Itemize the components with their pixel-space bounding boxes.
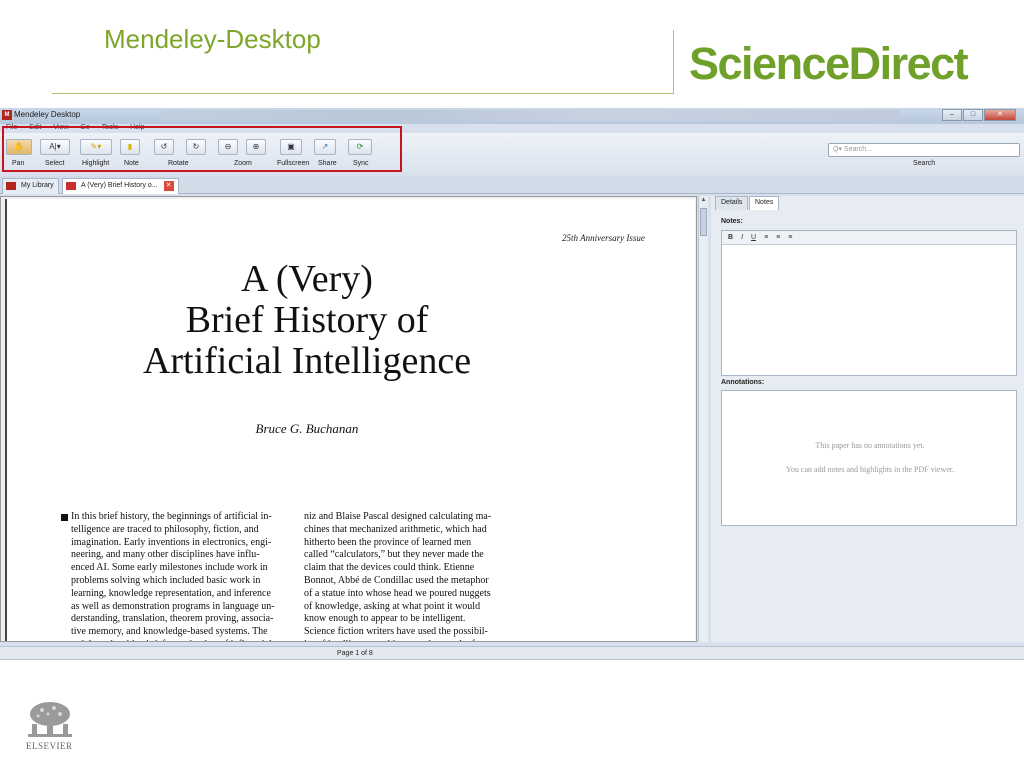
pdf-viewer[interactable]: 25th Anniversary Issue A (Very) Brief Hi… — [0, 196, 697, 642]
title-vertical-divider — [673, 30, 674, 94]
search-input[interactable]: Q▾ Search... — [828, 143, 1020, 157]
window-title: Mendeley Desktop — [14, 110, 81, 119]
italic-button[interactable]: I — [741, 231, 743, 244]
mendeley-icon — [6, 182, 16, 190]
window-titlebar: M Mendeley Desktop – □ ✕ — [0, 108, 1024, 124]
tab-details[interactable]: Details — [715, 196, 749, 210]
bullet-square-icon — [61, 514, 68, 521]
tab-notes[interactable]: Notes — [749, 196, 780, 210]
annotations-empty-message: This paper has no annotations yet. — [815, 441, 925, 450]
maximize-button[interactable]: □ — [963, 109, 983, 121]
close-button[interactable]: ✕ — [984, 109, 1016, 121]
paper-author: Bruce G. Buchanan — [255, 421, 359, 436]
scroll-thumb[interactable] — [700, 208, 707, 236]
abstract-column: In this brief history, the beginnings of… — [71, 511, 275, 641]
sciencedirect-logo: ScienceDirect — [689, 38, 969, 89]
title-divider — [52, 93, 674, 94]
slide: Mendeley-Desktop ScienceDirect M Mendele… — [0, 0, 1024, 768]
notes-label: Notes: — [721, 218, 743, 225]
annotations-hint: You can add notes and highlights in the … — [785, 465, 955, 474]
pdf-page: 25th Anniversary Issue A (Very) Brief Hi… — [5, 199, 695, 641]
tab-label: My Library — [21, 182, 54, 189]
bold-button[interactable]: B — [728, 231, 733, 244]
elsevier-tree-logo — [24, 700, 76, 740]
taskbar-background — [160, 110, 900, 121]
notes-editor[interactable]: B I U ≡ ≡ ≡ — [721, 230, 1017, 376]
pdf-icon — [66, 182, 76, 190]
scroll-up-icon[interactable]: ▲ — [699, 196, 708, 205]
paper-title-line: A (Very) — [241, 258, 373, 300]
paper-title-line: Brief History of — [185, 299, 429, 341]
page-indicator: Page 1 of 8 — [337, 650, 373, 657]
mendeley-window: M Mendeley Desktop – □ ✕ File Edit View … — [0, 108, 1024, 660]
paper-title-line: Artificial Intelligence — [142, 340, 472, 382]
issue-label: 25th Anniversary Issue — [562, 233, 645, 243]
close-tab-icon[interactable]: ✕ — [163, 181, 174, 191]
elsevier-wordmark: ELSEVIER — [26, 741, 73, 751]
paper-title: A (Very) Brief History of Artificial Int… — [47, 259, 567, 382]
window-controls: – □ ✕ — [942, 109, 1016, 121]
align-right-button[interactable]: ≡ — [788, 231, 792, 244]
tab-bar: My Library A (Very) Brief History o... ✕ — [0, 176, 1024, 194]
mendeley-icon: M — [2, 110, 12, 120]
underline-button[interactable]: U — [751, 231, 756, 244]
side-panel: Details Notes Notes: B I U ≡ ≡ ≡ Annotat… — [711, 196, 1024, 642]
align-center-button[interactable]: ≡ — [776, 231, 780, 244]
minimize-button[interactable]: – — [942, 109, 962, 121]
status-bar: Page 1 of 8 — [0, 646, 1024, 659]
search-label: Search — [913, 160, 936, 167]
align-left-button[interactable]: ≡ — [764, 231, 768, 244]
format-toolbar: B I U ≡ ≡ ≡ — [722, 231, 1016, 245]
annotations-box: This paper has no annotations yet. You c… — [721, 390, 1017, 526]
body-column: niz and Blaise Pascal designed calculati… — [304, 511, 492, 641]
annotations-label: Annotations: — [721, 379, 765, 386]
tab-label: A (Very) Brief History o... — [81, 182, 158, 189]
slide-title: Mendeley-Desktop — [104, 24, 321, 54]
toolbar-highlight-frame — [2, 126, 402, 172]
tab-document[interactable]: A (Very) Brief History o... ✕ — [62, 178, 179, 194]
tab-my-library[interactable]: My Library — [2, 178, 59, 194]
pdf-scrollbar[interactable]: ▲ — [698, 196, 708, 642]
